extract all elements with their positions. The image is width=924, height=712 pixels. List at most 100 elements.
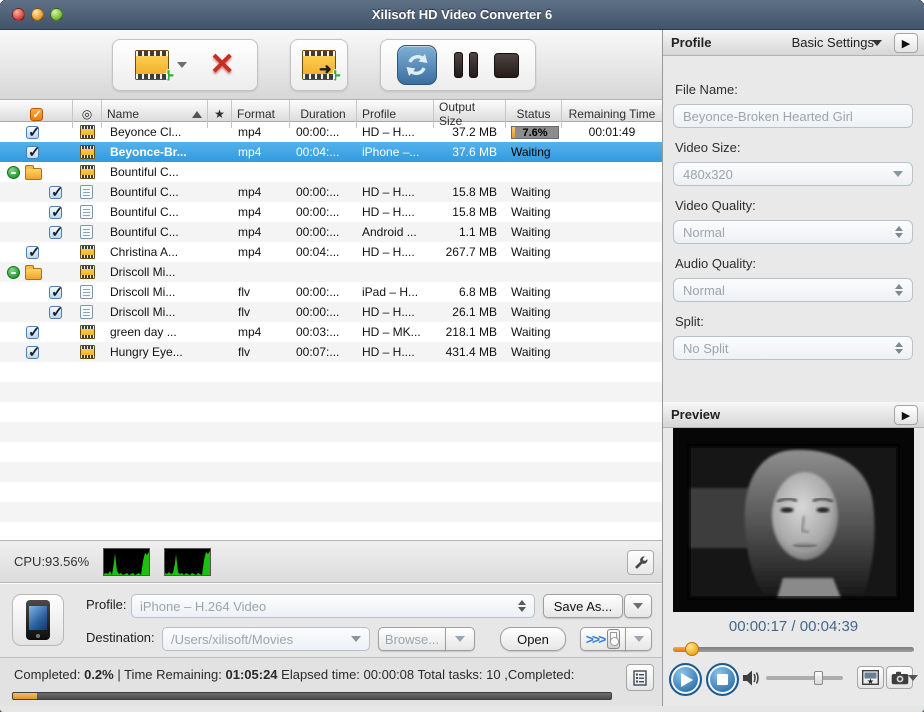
save-as-dropdown-button[interactable] xyxy=(624,594,652,618)
title-bar: Xilisoft HD Video Converter 6 xyxy=(0,0,924,30)
clip-file-icon xyxy=(80,305,93,319)
settings-mode-dropdown[interactable]: Basic Settings xyxy=(792,35,882,50)
stop-button[interactable] xyxy=(494,53,519,78)
add-file-button[interactable]: + xyxy=(135,50,187,80)
row-checkbox[interactable] xyxy=(49,186,62,199)
table-row[interactable]: Bountiful C...mp400:00:...HD – H....15.8… xyxy=(0,202,662,222)
table-row[interactable]: Bountiful C...mp400:00:...HD – H....15.8… xyxy=(0,182,662,202)
collapse-group-icon[interactable] xyxy=(7,266,20,279)
volume-thumb[interactable] xyxy=(814,671,823,685)
stop-playback-button[interactable] xyxy=(706,663,739,696)
cpu-graph-1 xyxy=(103,548,150,576)
speaker-icon[interactable] xyxy=(742,669,760,687)
table-row[interactable]: Beyonce-Br...mp400:04:...iPhone –...37.6… xyxy=(0,142,662,162)
audio-quality-select[interactable]: Normal xyxy=(673,278,913,302)
right-panel: Profile Basic Settings ▶ File Name: Beyo… xyxy=(662,30,924,706)
row-checkbox[interactable] xyxy=(26,126,39,139)
expand-arrow-icon: ▶ xyxy=(902,409,910,422)
row-checkbox[interactable] xyxy=(26,346,39,359)
format-cell: flv xyxy=(232,305,290,319)
row-checkbox[interactable] xyxy=(49,306,62,319)
device-button[interactable] xyxy=(12,594,64,646)
video-file-icon xyxy=(80,145,95,159)
transfer-dropdown-button[interactable] xyxy=(625,627,652,651)
table-row[interactable]: Bountiful C... xyxy=(0,162,662,182)
output-size-cell: 37.6 MB xyxy=(434,145,506,159)
expand-arrow-icon: ▶ xyxy=(902,37,910,50)
convert-button[interactable] xyxy=(397,45,437,85)
stepper-icon xyxy=(895,226,903,238)
browse-button[interactable]: Browse... xyxy=(378,627,446,651)
table-row[interactable]: Driscoll Mi... xyxy=(0,262,662,282)
file-name-input[interactable]: Beyonce-Broken Hearted Girl xyxy=(673,104,913,128)
total-progress-bar xyxy=(12,692,612,700)
profile-select[interactable]: iPhone – H.264 Video xyxy=(131,594,535,618)
pause-button[interactable] xyxy=(454,52,478,78)
merge-files-button[interactable]: ➜ + xyxy=(302,50,336,80)
file-name-cell: Christina A... xyxy=(102,245,208,259)
output-size-cell: 1.1 MB xyxy=(434,225,506,239)
file-name-cell: Bountiful C... xyxy=(102,185,208,199)
task-info-button[interactable] xyxy=(626,664,654,691)
seek-track[interactable] xyxy=(673,647,914,652)
chevron-down-icon xyxy=(893,171,903,177)
preview-section-header: Preview ▶ xyxy=(663,402,924,428)
add-snapshot-to-list-button[interactable]: ★ xyxy=(857,666,884,689)
preview-video-frame[interactable] xyxy=(673,428,914,612)
table-row[interactable]: Bountiful C...mp400:00:...Android ...1.1… xyxy=(0,222,662,242)
table-row[interactable]: Driscoll Mi...flv00:00:...HD – H....26.1… xyxy=(0,302,662,322)
table-row[interactable]: Christina A...mp400:04:...HD – H....267.… xyxy=(0,242,662,262)
video-file-icon xyxy=(80,165,95,179)
delete-button[interactable]: ✕ xyxy=(210,50,235,80)
preview-expand-button[interactable]: ▶ xyxy=(894,405,918,425)
profile-cell: HD – H.... xyxy=(357,125,434,139)
browse-dropdown-button[interactable] xyxy=(445,627,475,651)
seek-knob[interactable] xyxy=(685,642,699,656)
collapse-group-icon[interactable] xyxy=(7,166,20,179)
row-checkbox[interactable] xyxy=(49,206,62,219)
play-icon xyxy=(681,673,693,687)
add-file-dropdown-arrow[interactable] xyxy=(177,62,187,68)
video-size-select[interactable]: 480x320 xyxy=(673,162,913,186)
row-checkbox[interactable] xyxy=(26,326,39,339)
settings-wrench-button[interactable] xyxy=(627,550,654,575)
table-row[interactable]: Driscoll Mi...flv00:00:...iPad – H...6.8… xyxy=(0,282,662,302)
preview-section-title: Preview xyxy=(671,407,720,422)
snapshot-dropdown-arrow[interactable] xyxy=(908,675,918,681)
output-size-cell: 431.4 MB xyxy=(434,345,506,359)
table-row[interactable]: Hungry Eye...flv00:07:...HD – H....431.4… xyxy=(0,342,662,362)
video-quality-select[interactable]: Normal xyxy=(673,220,913,244)
table-row[interactable]: Beyonce Cl...mp400:00:...HD – H....37.2 … xyxy=(0,122,662,142)
split-select[interactable]: No Split xyxy=(673,336,913,360)
minimize-window-button[interactable] xyxy=(31,8,44,21)
row-checkbox[interactable] xyxy=(26,146,39,159)
save-as-button[interactable]: Save As... xyxy=(543,594,623,618)
play-button[interactable] xyxy=(669,663,702,696)
row-checkbox[interactable] xyxy=(49,286,62,299)
profile-cell: iPhone –... xyxy=(357,145,434,159)
stop-icon xyxy=(717,674,728,685)
status-cell: Waiting xyxy=(506,245,562,259)
clip-file-icon xyxy=(80,225,93,239)
video-size-label: Video Size: xyxy=(675,140,741,155)
profile-expand-button[interactable]: ▶ xyxy=(894,33,918,53)
audio-quality-label: Audio Quality: xyxy=(675,256,756,271)
transfer-to-device-button[interactable]: >>> xyxy=(580,627,626,651)
seek-bar[interactable] xyxy=(673,642,914,656)
duration-cell: 00:00:... xyxy=(290,125,357,139)
output-size-cell: 267.7 MB xyxy=(434,245,506,259)
destination-select[interactable]: /Users/xilisoft/Movies xyxy=(162,627,370,651)
table-row[interactable]: green day ...mp400:03:...HD – MK...218.1… xyxy=(0,322,662,342)
select-all-checkbox[interactable] xyxy=(30,108,43,121)
row-checkbox[interactable] xyxy=(26,246,39,259)
row-checkbox[interactable] xyxy=(49,226,62,239)
zoom-window-button[interactable] xyxy=(50,8,63,21)
toolbar: + ✕ ➜ + xyxy=(0,30,662,100)
volume-slider[interactable] xyxy=(766,676,843,680)
video-file-icon xyxy=(80,125,95,139)
sort-ascending-icon xyxy=(192,111,202,118)
open-button[interactable]: Open xyxy=(500,627,566,651)
file-name-cell: Bountiful C... xyxy=(102,165,208,179)
profile-section-header: Profile Basic Settings ▶ xyxy=(663,30,924,56)
close-window-button[interactable] xyxy=(12,8,25,21)
